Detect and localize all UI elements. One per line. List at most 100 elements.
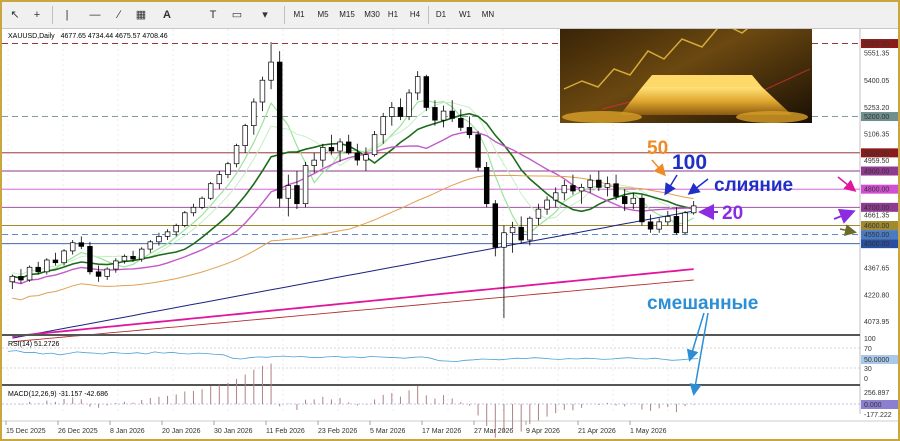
candle-body (121, 256, 128, 262)
time-tick: 11 Feb 2026 (266, 428, 305, 435)
candle-body (216, 174, 223, 185)
time-tick: 26 Dec 2025 (58, 428, 98, 435)
chart-symbol-name: XAUUSD,Daily (8, 33, 55, 40)
svg-text:0: 0 (864, 376, 868, 383)
candle-body (518, 226, 524, 241)
level-label: 4550.00 (864, 232, 889, 239)
candle-body (276, 61, 283, 199)
candle-body (173, 225, 179, 233)
time-tick: 1 May 2026 (630, 428, 667, 435)
candle-body (207, 183, 214, 199)
price-tick: 4220.80 (864, 292, 889, 299)
vertical-line-icon[interactable]: | (60, 6, 74, 24)
candle-body (156, 236, 162, 243)
candle-body (242, 125, 248, 146)
candle-body (389, 107, 395, 117)
text-icon[interactable]: A (160, 6, 174, 24)
time-axis[interactable]: 15 Dec 2025 26 Dec 2025 8 Jan 2026 20 Jan 2… (5, 421, 667, 435)
candle-body (95, 271, 102, 277)
timeframe-h1[interactable]: H1 (385, 6, 401, 24)
candle-body (199, 197, 205, 208)
timeframe-m15[interactable]: M15 (336, 6, 358, 24)
candle-body (690, 205, 697, 214)
timeframe-mn[interactable]: MN (479, 6, 497, 24)
candle-body (354, 152, 361, 161)
price-tick: 4959.50 (864, 158, 889, 165)
merge-annotation: слияние (714, 175, 793, 196)
more-tools-icon[interactable]: ▾ (256, 6, 274, 24)
candle-body (414, 76, 421, 94)
rsi-line (7, 350, 699, 362)
channel-icon[interactable]: ▦ (134, 6, 148, 24)
pointer-icon[interactable]: ↖ (8, 6, 22, 24)
candle-body (630, 197, 637, 205)
timeframe-w1[interactable]: W1 (456, 6, 474, 24)
ma50-annotation: 50 (647, 138, 668, 159)
candle-body (613, 183, 619, 197)
candle-body (458, 117, 464, 128)
price-tick: 4073.95 (864, 319, 889, 326)
ma20-line (12, 112, 694, 280)
candle-body (69, 242, 76, 252)
candle-body (294, 185, 300, 205)
candle-body (596, 179, 602, 188)
candle-body (130, 256, 136, 260)
time-tick: 9 Apr 2026 (526, 428, 560, 435)
timeframe-m30[interactable]: M30 (361, 6, 383, 24)
ma-darkred-line (12, 279, 694, 343)
trendline-icon[interactable]: ∕ (112, 6, 126, 24)
candle-body (535, 208, 542, 219)
level-label: 4500.00 (864, 241, 889, 248)
time-tick: 30 Jan 2026 (214, 428, 253, 435)
candle-body (552, 192, 559, 201)
time-tick: 15 Dec 2025 (6, 428, 46, 435)
candle-body (251, 101, 257, 126)
svg-text:256.897: 256.897 (864, 390, 889, 397)
candle-body (466, 127, 473, 136)
macd-histogram (2, 363, 860, 438)
level-label: 5200.00 (864, 114, 889, 121)
candle-body (544, 199, 550, 210)
candle-body (78, 242, 85, 247)
candle-body (182, 212, 188, 226)
candle-body (52, 259, 59, 264)
candle-body (656, 221, 662, 230)
candle-body (285, 185, 292, 199)
candle-body (268, 61, 274, 81)
price-tick: 5400.05 (864, 78, 889, 85)
ma20-annotation: 20 (722, 203, 743, 224)
ma100-line (12, 210, 694, 339)
timeframe-h4[interactable]: H4 (407, 6, 423, 24)
candle-body (138, 248, 145, 260)
time-tick: 5 Mar 2026 (370, 428, 406, 435)
candle-body (26, 266, 33, 281)
level-label: 5000.00 (864, 150, 889, 157)
candle-body (682, 212, 688, 234)
candle-body (423, 76, 430, 108)
candle-body (9, 275, 16, 283)
candle-body (492, 203, 499, 248)
annotations: 50 100 слияние 20 смешанные (647, 138, 857, 396)
rsi-axis: 100 70 50.0000 30 0 (861, 336, 898, 383)
candle-body (673, 216, 680, 234)
crosshair-icon[interactable]: + (30, 6, 44, 24)
price-tick: 5253.20 (864, 105, 889, 112)
candle-body (164, 231, 171, 237)
price-tick: 5551.35 (864, 51, 889, 58)
chart-window: ↖ + | — ∕ ▦ A T ▭ ▾ M1 M5 M15 M30 H1 H4 … (0, 0, 900, 441)
candle-body (483, 167, 490, 205)
candle-body (44, 259, 50, 273)
candle-body (87, 246, 93, 273)
candle-body (432, 107, 438, 121)
shapes-icon[interactable]: ▭ (230, 6, 244, 24)
price-chart[interactable]: 5602.00 5200.00 5000.00 4900.00 4800.00 4700.… (2, 29, 898, 439)
candle-body (475, 134, 481, 168)
label-icon[interactable]: T (206, 6, 220, 24)
timeframe-d1[interactable]: D1 (433, 6, 449, 24)
toolbar: ↖ + | — ∕ ▦ A T ▭ ▾ M1 M5 M15 M30 H1 H4 … (2, 2, 898, 29)
horizontal-line-icon[interactable]: — (88, 6, 102, 24)
candle-body (147, 241, 154, 250)
timeframe-m1[interactable]: M1 (290, 6, 308, 24)
timeframe-m5[interactable]: M5 (314, 6, 332, 24)
candle-body (397, 107, 404, 117)
